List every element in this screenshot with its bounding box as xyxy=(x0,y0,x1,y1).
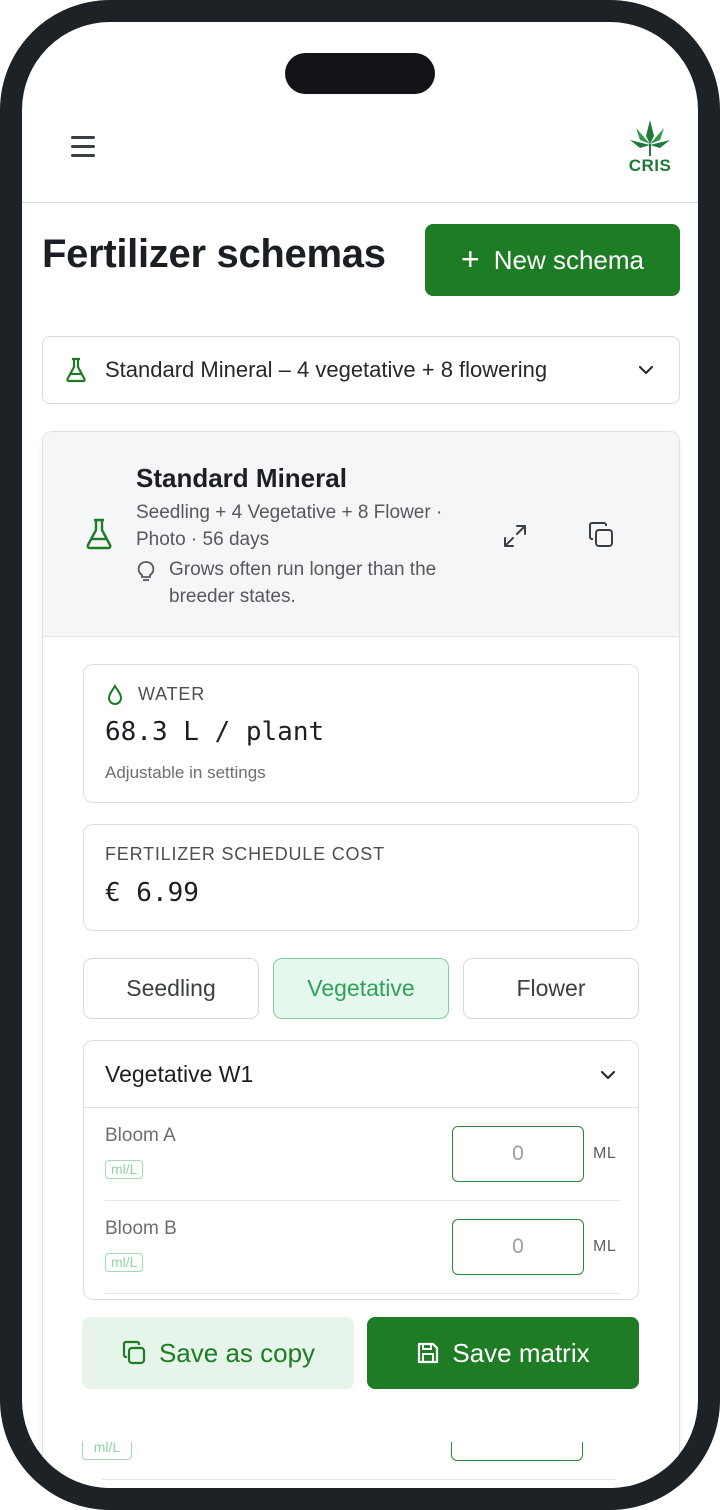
nutrient-amount-input[interactable] xyxy=(451,1442,583,1461)
week-panel: Vegetative W1 Bloom A ml/L ML Bloom B ml… xyxy=(83,1040,639,1300)
nutrient-amount-input[interactable] xyxy=(452,1126,584,1182)
flask-icon xyxy=(66,357,86,383)
water-label: WATER xyxy=(138,684,205,704)
duplicate-icon[interactable] xyxy=(587,521,615,549)
schema-tip: Grows often run longer than the breeder … xyxy=(169,559,437,607)
schema-card-header: Standard Mineral Seedling + 4 Vegetative… xyxy=(43,432,679,637)
save-matrix-button[interactable]: Save matrix xyxy=(367,1317,639,1389)
water-summary: WATER 68.3 L / plant Adjustable in setti… xyxy=(83,664,639,803)
nutrient-name: Bloom B xyxy=(105,1218,177,1239)
floppy-disk-icon xyxy=(418,1342,439,1364)
app-screen: CRIS Fertilizer schemas + New schema Sta… xyxy=(22,22,698,1488)
schema-dropdown[interactable]: Standard Mineral – 4 vegetative + 8 flow… xyxy=(42,336,680,404)
schema-dropdown-value: Standard Mineral – 4 vegetative + 8 flow… xyxy=(105,357,548,382)
week-selector[interactable]: Vegetative W1 xyxy=(84,1041,638,1108)
plus-icon: + xyxy=(461,240,480,277)
unit-badge: ml/L xyxy=(105,1160,144,1179)
chevron-down-icon xyxy=(600,1070,616,1080)
nutrient-row: Bloom A ml/L ML xyxy=(84,1108,638,1201)
cris-logo: CRIS xyxy=(624,118,676,180)
hamburger-menu-icon[interactable] xyxy=(68,134,102,160)
unit-badge: ml/L xyxy=(82,1442,132,1460)
amount-unit: ML xyxy=(593,1145,617,1162)
logo-text: CRIS xyxy=(628,156,672,175)
save-as-copy-label: Save as copy xyxy=(158,1337,316,1368)
water-note: Adjustable in settings xyxy=(105,763,266,782)
nutrient-amount-input[interactable] xyxy=(452,1219,584,1275)
save-as-copy-button[interactable]: Save as copy xyxy=(82,1317,354,1389)
water-drop-icon xyxy=(107,684,123,705)
nutrient-row: Bloom B ml/L ML xyxy=(84,1201,638,1294)
new-schema-button[interactable]: + New schema xyxy=(425,224,680,296)
tab-flower[interactable]: Flower xyxy=(463,958,639,1019)
cost-label: FERTILIZER SCHEDULE COST xyxy=(105,844,385,864)
amount-unit: ML xyxy=(593,1238,617,1255)
action-bar: Save as copy Save matrix xyxy=(62,1317,658,1389)
cannabis-leaf-icon xyxy=(630,120,670,156)
page-title: Fertilizer schemas xyxy=(42,232,386,276)
schema-name: Standard Mineral xyxy=(136,463,347,493)
unit-badge: ml/L xyxy=(105,1253,144,1272)
water-value: 68.3 L / plant xyxy=(105,717,325,747)
tab-vegetative[interactable]: Vegetative xyxy=(273,958,449,1019)
new-schema-label: New schema xyxy=(493,244,644,275)
save-matrix-label: Save matrix xyxy=(452,1337,590,1368)
cost-summary: FERTILIZER SCHEDULE COST € 6.99 xyxy=(83,824,639,931)
flask-icon xyxy=(86,518,112,550)
dynamic-island xyxy=(285,53,435,94)
cost-value: € 6.99 xyxy=(105,878,199,908)
header-divider xyxy=(22,202,698,203)
chevron-down-icon xyxy=(638,365,654,375)
row-divider xyxy=(105,1293,620,1294)
lightbulb-icon xyxy=(137,561,155,581)
row-divider xyxy=(102,1479,616,1480)
schema-summary: Seedling + 4 Vegetative + 8 Flower · Pho… xyxy=(136,502,443,550)
phone-frame: CRIS Fertilizer schemas + New schema Sta… xyxy=(0,0,720,1510)
nutrient-name: Bloom A xyxy=(105,1125,176,1146)
tab-seedling[interactable]: Seedling xyxy=(83,958,259,1019)
week-title: Vegetative W1 xyxy=(105,1061,254,1087)
expand-icon[interactable] xyxy=(502,523,528,549)
copy-icon xyxy=(122,1340,146,1365)
